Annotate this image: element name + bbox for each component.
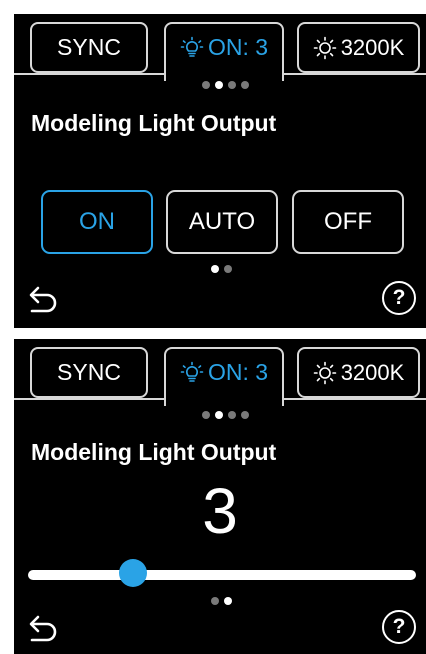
tab-page-indicator — [202, 81, 249, 89]
tab-sync[interactable]: SYNC — [30, 22, 148, 73]
sun-icon — [313, 36, 336, 59]
page-title: Modeling Light Output — [31, 110, 277, 136]
tab-divider — [14, 73, 166, 75]
output-slider-track[interactable] — [28, 570, 416, 580]
help-button[interactable]: ? — [382, 281, 416, 315]
option-auto-button[interactable]: AUTO — [166, 190, 278, 254]
tab-color-temperature[interactable]: 3200K — [297, 22, 420, 73]
help-icon: ? — [392, 615, 406, 638]
tab-modeling-light-label: ON: 3 — [207, 359, 269, 385]
screen-modeling-light-mode: SYNC ON: 3 3200K Modeling Light Output O… — [14, 14, 426, 328]
screen-page-indicator — [211, 265, 232, 273]
help-button[interactable]: ? — [382, 610, 416, 644]
page-dot-active — [215, 411, 223, 419]
tab-sync[interactable]: SYNC — [30, 347, 148, 398]
lightbulb-icon — [180, 36, 204, 57]
output-level-value: 3 — [202, 475, 238, 547]
option-off-button[interactable]: OFF — [292, 190, 404, 254]
page-dot — [202, 81, 210, 89]
option-on-button[interactable]: ON — [41, 190, 153, 254]
tab-modeling-light[interactable]: ON: 3 — [164, 22, 284, 81]
back-arrow-icon[interactable] — [26, 282, 62, 316]
tab-divider — [14, 398, 166, 400]
tab-page-indicator — [202, 411, 249, 419]
page-dot — [228, 411, 236, 419]
page-dot — [202, 411, 210, 419]
help-icon: ? — [392, 286, 406, 309]
page-dot — [224, 265, 232, 273]
page-dot-active — [211, 265, 219, 273]
page-dot — [241, 411, 249, 419]
screen-modeling-light-level: SYNC ON: 3 3200K Modeling Light Output 3… — [14, 339, 426, 654]
tab-modeling-light[interactable]: ON: 3 — [164, 347, 284, 406]
lightbulb-icon — [180, 361, 204, 382]
output-slider-thumb[interactable] — [118, 559, 147, 587]
tab-sync-label: SYNC — [57, 359, 121, 385]
screen-page-indicator — [211, 597, 232, 605]
page-dot-active — [224, 597, 232, 605]
tab-divider — [282, 73, 426, 75]
tab-color-temperature[interactable]: 3200K — [297, 347, 420, 398]
back-arrow-icon[interactable] — [26, 611, 62, 645]
page-dot — [228, 81, 236, 89]
tab-modeling-light-label: ON: 3 — [207, 34, 269, 60]
tab-color-temperature-label: 3200K — [340, 359, 405, 385]
page-dot — [241, 81, 249, 89]
page-title: Modeling Light Output — [31, 439, 277, 465]
page-dot — [211, 597, 219, 605]
sun-icon — [313, 361, 336, 384]
tab-color-temperature-label: 3200K — [340, 34, 405, 60]
tab-divider — [282, 398, 426, 400]
tab-sync-label: SYNC — [57, 34, 121, 60]
page-dot-active — [215, 81, 223, 89]
